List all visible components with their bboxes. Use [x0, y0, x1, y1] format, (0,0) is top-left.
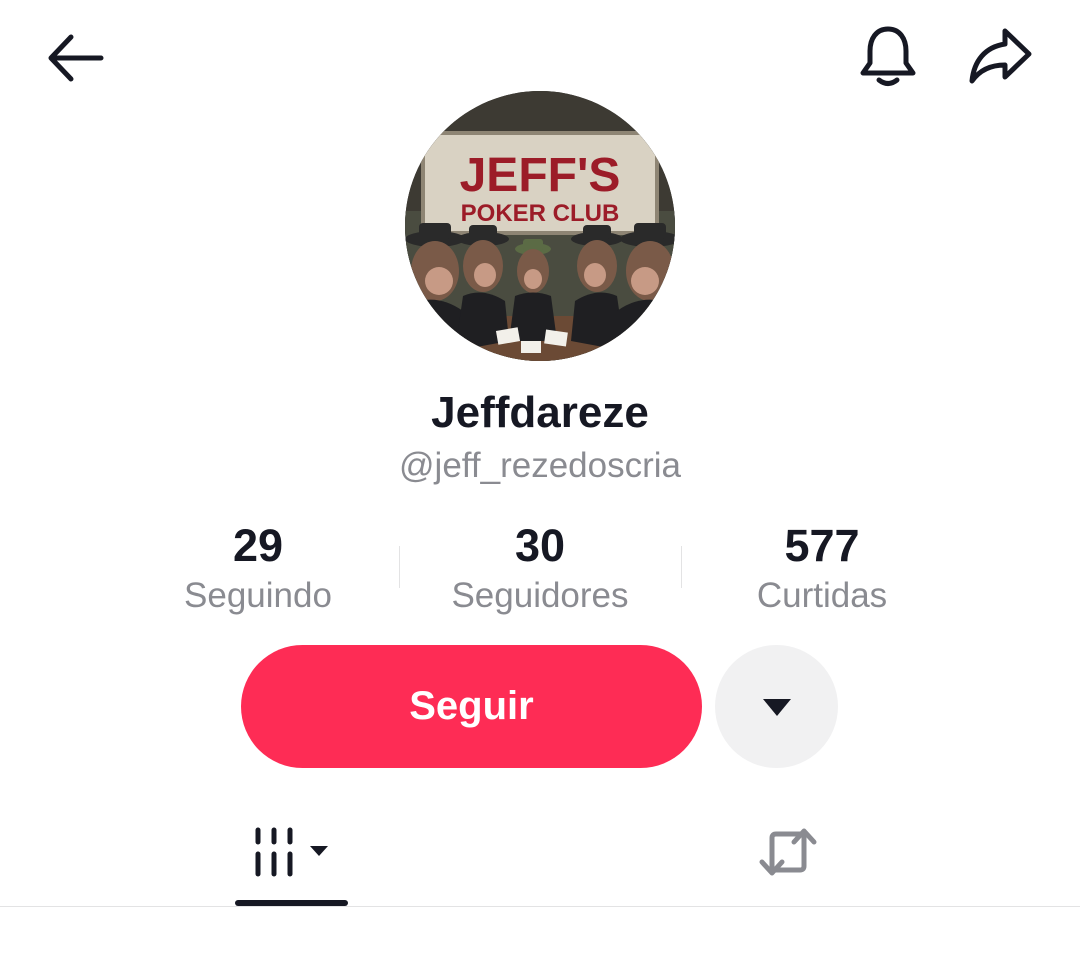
- stat-followers[interactable]: 30 Seguidores: [410, 520, 670, 618]
- follow-button[interactable]: Seguir: [241, 645, 702, 768]
- back-button[interactable]: [38, 22, 110, 94]
- repost-icon: [759, 828, 817, 876]
- username: @jeff_rezedoscria: [399, 446, 681, 485]
- tab-reposts[interactable]: [740, 812, 836, 892]
- stat-likes: 577 Curtidas: [692, 520, 952, 618]
- stat-label: Seguidores: [451, 576, 629, 615]
- bell-icon: [860, 26, 916, 86]
- notification-button[interactable]: [852, 20, 924, 92]
- avatar-sign-line1: JEFF'S: [460, 149, 621, 202]
- grid-videos-icon: [255, 827, 328, 877]
- stat-label: Curtidas: [756, 576, 888, 615]
- avatar-image: JEFF'S POKER CLUB: [405, 91, 675, 361]
- stat-divider: [681, 546, 682, 588]
- tab-videos[interactable]: [236, 812, 348, 892]
- display-name: Jeffdareze: [431, 388, 649, 437]
- share-button[interactable]: [962, 20, 1038, 92]
- tabs-divider: [0, 906, 1080, 907]
- stat-value: 577: [784, 520, 860, 571]
- stat-following[interactable]: 29 Seguindo: [128, 520, 388, 618]
- avatar-sign-line2: POKER CLUB: [461, 200, 620, 227]
- stat-value: 29: [232, 520, 284, 571]
- stat-label: Seguindo: [184, 576, 332, 615]
- share-arrow-icon: [969, 28, 1032, 84]
- stat-value: 30: [514, 520, 566, 571]
- more-options-button[interactable]: [715, 645, 838, 768]
- caret-down-icon: [762, 698, 791, 716]
- avatar[interactable]: JEFF'S POKER CLUB: [405, 91, 675, 361]
- arrow-left-icon: [48, 34, 104, 82]
- stat-divider: [399, 546, 400, 588]
